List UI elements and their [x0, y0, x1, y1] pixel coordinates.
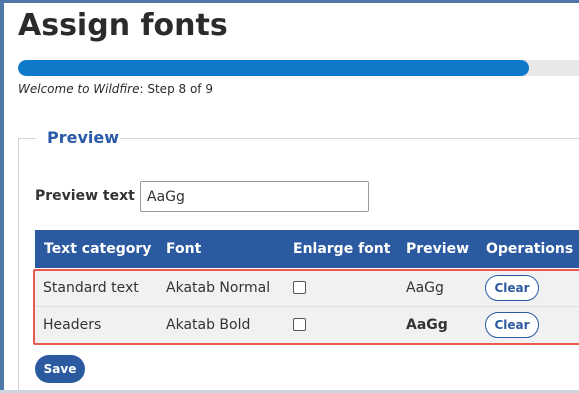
step-indicator: Welcome to Wildfire: Step 8 of 9: [18, 82, 213, 96]
column-header-operations: Operations: [486, 241, 574, 257]
preview-cell: AaGg: [406, 280, 444, 296]
enlarge-font-checkbox[interactable]: [293, 318, 306, 331]
preview-text-label: Preview text: [35, 188, 135, 204]
font-cell: Akatab Bold: [166, 317, 251, 333]
enlarge-font-checkbox[interactable]: [293, 281, 306, 294]
fieldset-border-left: [18, 138, 19, 393]
column-header-preview: Preview: [406, 241, 470, 257]
table-row: Headers Akatab Bold AaGg Clear: [35, 306, 579, 343]
step-text: : Step 8 of 9: [139, 82, 213, 96]
preview-text-input[interactable]: [140, 181, 369, 212]
window-top-border: [0, 0, 579, 3]
progress-bar: [18, 60, 579, 76]
step-intro: Welcome to Wildfire: [18, 82, 140, 96]
preview-cell: AaGg: [406, 317, 448, 333]
column-header-enlarge-font: Enlarge font: [293, 241, 391, 257]
font-cell: Akatab Normal: [166, 280, 271, 296]
save-button[interactable]: Save: [35, 355, 85, 383]
table-header-row: Text category Font Enlarge font Preview …: [35, 230, 579, 268]
fieldset-border-top-left: [18, 138, 36, 139]
fieldset-border-top-right: [120, 138, 579, 139]
text-category-cell: Headers: [43, 317, 102, 333]
column-header-text-category: Text category: [44, 241, 152, 257]
page-title: Assign fonts: [18, 8, 228, 43]
text-category-cell: Standard text: [43, 280, 139, 296]
clear-button[interactable]: Clear: [485, 275, 539, 301]
table-row: Standard text Akatab Normal AaGg Clear: [35, 270, 579, 306]
column-header-font: Font: [166, 241, 202, 257]
window-left-border: [0, 0, 4, 393]
progress-bar-fill: [18, 60, 530, 76]
clear-button[interactable]: Clear: [485, 312, 539, 338]
preview-fieldset-legend: Preview: [47, 128, 120, 147]
